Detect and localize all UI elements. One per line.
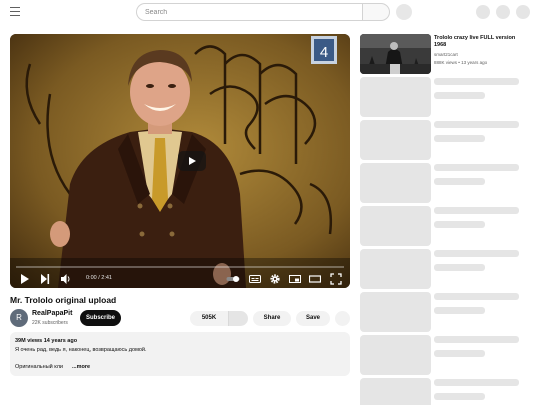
like-button[interactable]: 505K <box>190 311 228 326</box>
large-play-button[interactable] <box>178 151 206 171</box>
loading-placeholder <box>360 206 520 246</box>
play-icon[interactable] <box>20 273 30 285</box>
description-text-truncated: Оригинальный кли <box>15 364 63 370</box>
next-icon[interactable] <box>40 273 50 285</box>
loading-placeholder <box>360 120 520 160</box>
recommended-video-stats: 888K views • 13 years ago <box>434 60 488 65</box>
top-bar <box>0 0 540 24</box>
menu-icon[interactable] <box>10 7 20 16</box>
voice-search-button[interactable] <box>396 4 412 20</box>
loading-placeholder <box>360 378 520 405</box>
recommended-video-title: Trololo crazy live FULL version 1968 <box>434 35 516 48</box>
save-button[interactable]: Save <box>296 311 330 326</box>
subscriber-count: 22K subscribers <box>32 320 68 326</box>
dislike-button[interactable] <box>228 311 248 326</box>
subscribe-button[interactable]: Subscribe <box>80 310 121 326</box>
autoplay-toggle-icon[interactable] <box>226 273 240 285</box>
loading-placeholder <box>360 77 520 117</box>
show-more-link[interactable]: ...more <box>72 364 90 370</box>
recommended-video[interactable]: Trololo crazy live FULL version 1968 sma… <box>360 34 524 74</box>
channel-name[interactable]: RealPapaPit <box>32 310 72 317</box>
description-text: Я очень рад, ведь я, наконец, возвращаюс… <box>15 347 147 353</box>
loading-placeholder <box>360 163 520 203</box>
more-actions-button[interactable] <box>335 311 350 326</box>
theater-icon[interactable] <box>309 273 321 285</box>
notifications-button[interactable] <box>496 5 510 19</box>
description-box[interactable]: 39M views 14 years ago Я очень рад, ведь… <box>10 332 350 376</box>
channel-avatar[interactable]: R <box>10 309 28 327</box>
video-player[interactable]: 4 <box>10 34 350 288</box>
gear-icon[interactable] <box>269 273 281 285</box>
video-title: Mr. Trololo original upload <box>10 295 117 305</box>
subtitles-icon[interactable] <box>249 273 261 285</box>
loading-placeholder <box>360 249 520 289</box>
create-button[interactable] <box>476 5 490 19</box>
player-controls: 0:00 / 2:41 <box>10 270 350 288</box>
fullscreen-icon[interactable] <box>330 273 342 285</box>
view-count-date: 39M views 14 years ago <box>15 338 78 344</box>
loading-placeholder <box>360 335 520 375</box>
volume-icon[interactable] <box>60 273 71 285</box>
svg-text:4: 4 <box>320 44 328 61</box>
search-button[interactable] <box>362 3 390 21</box>
search-box <box>136 3 390 21</box>
search-input[interactable] <box>136 3 362 21</box>
miniplayer-icon[interactable] <box>289 273 301 285</box>
share-button[interactable]: Share <box>253 311 291 326</box>
recommended-channel-name: smart21cart <box>434 52 458 57</box>
account-avatar-button[interactable] <box>516 5 530 19</box>
video-thumbnail <box>360 34 431 74</box>
progress-bar[interactable] <box>16 266 344 268</box>
time-display: 0:00 / 2:41 <box>86 275 112 281</box>
loading-placeholder <box>360 292 520 332</box>
